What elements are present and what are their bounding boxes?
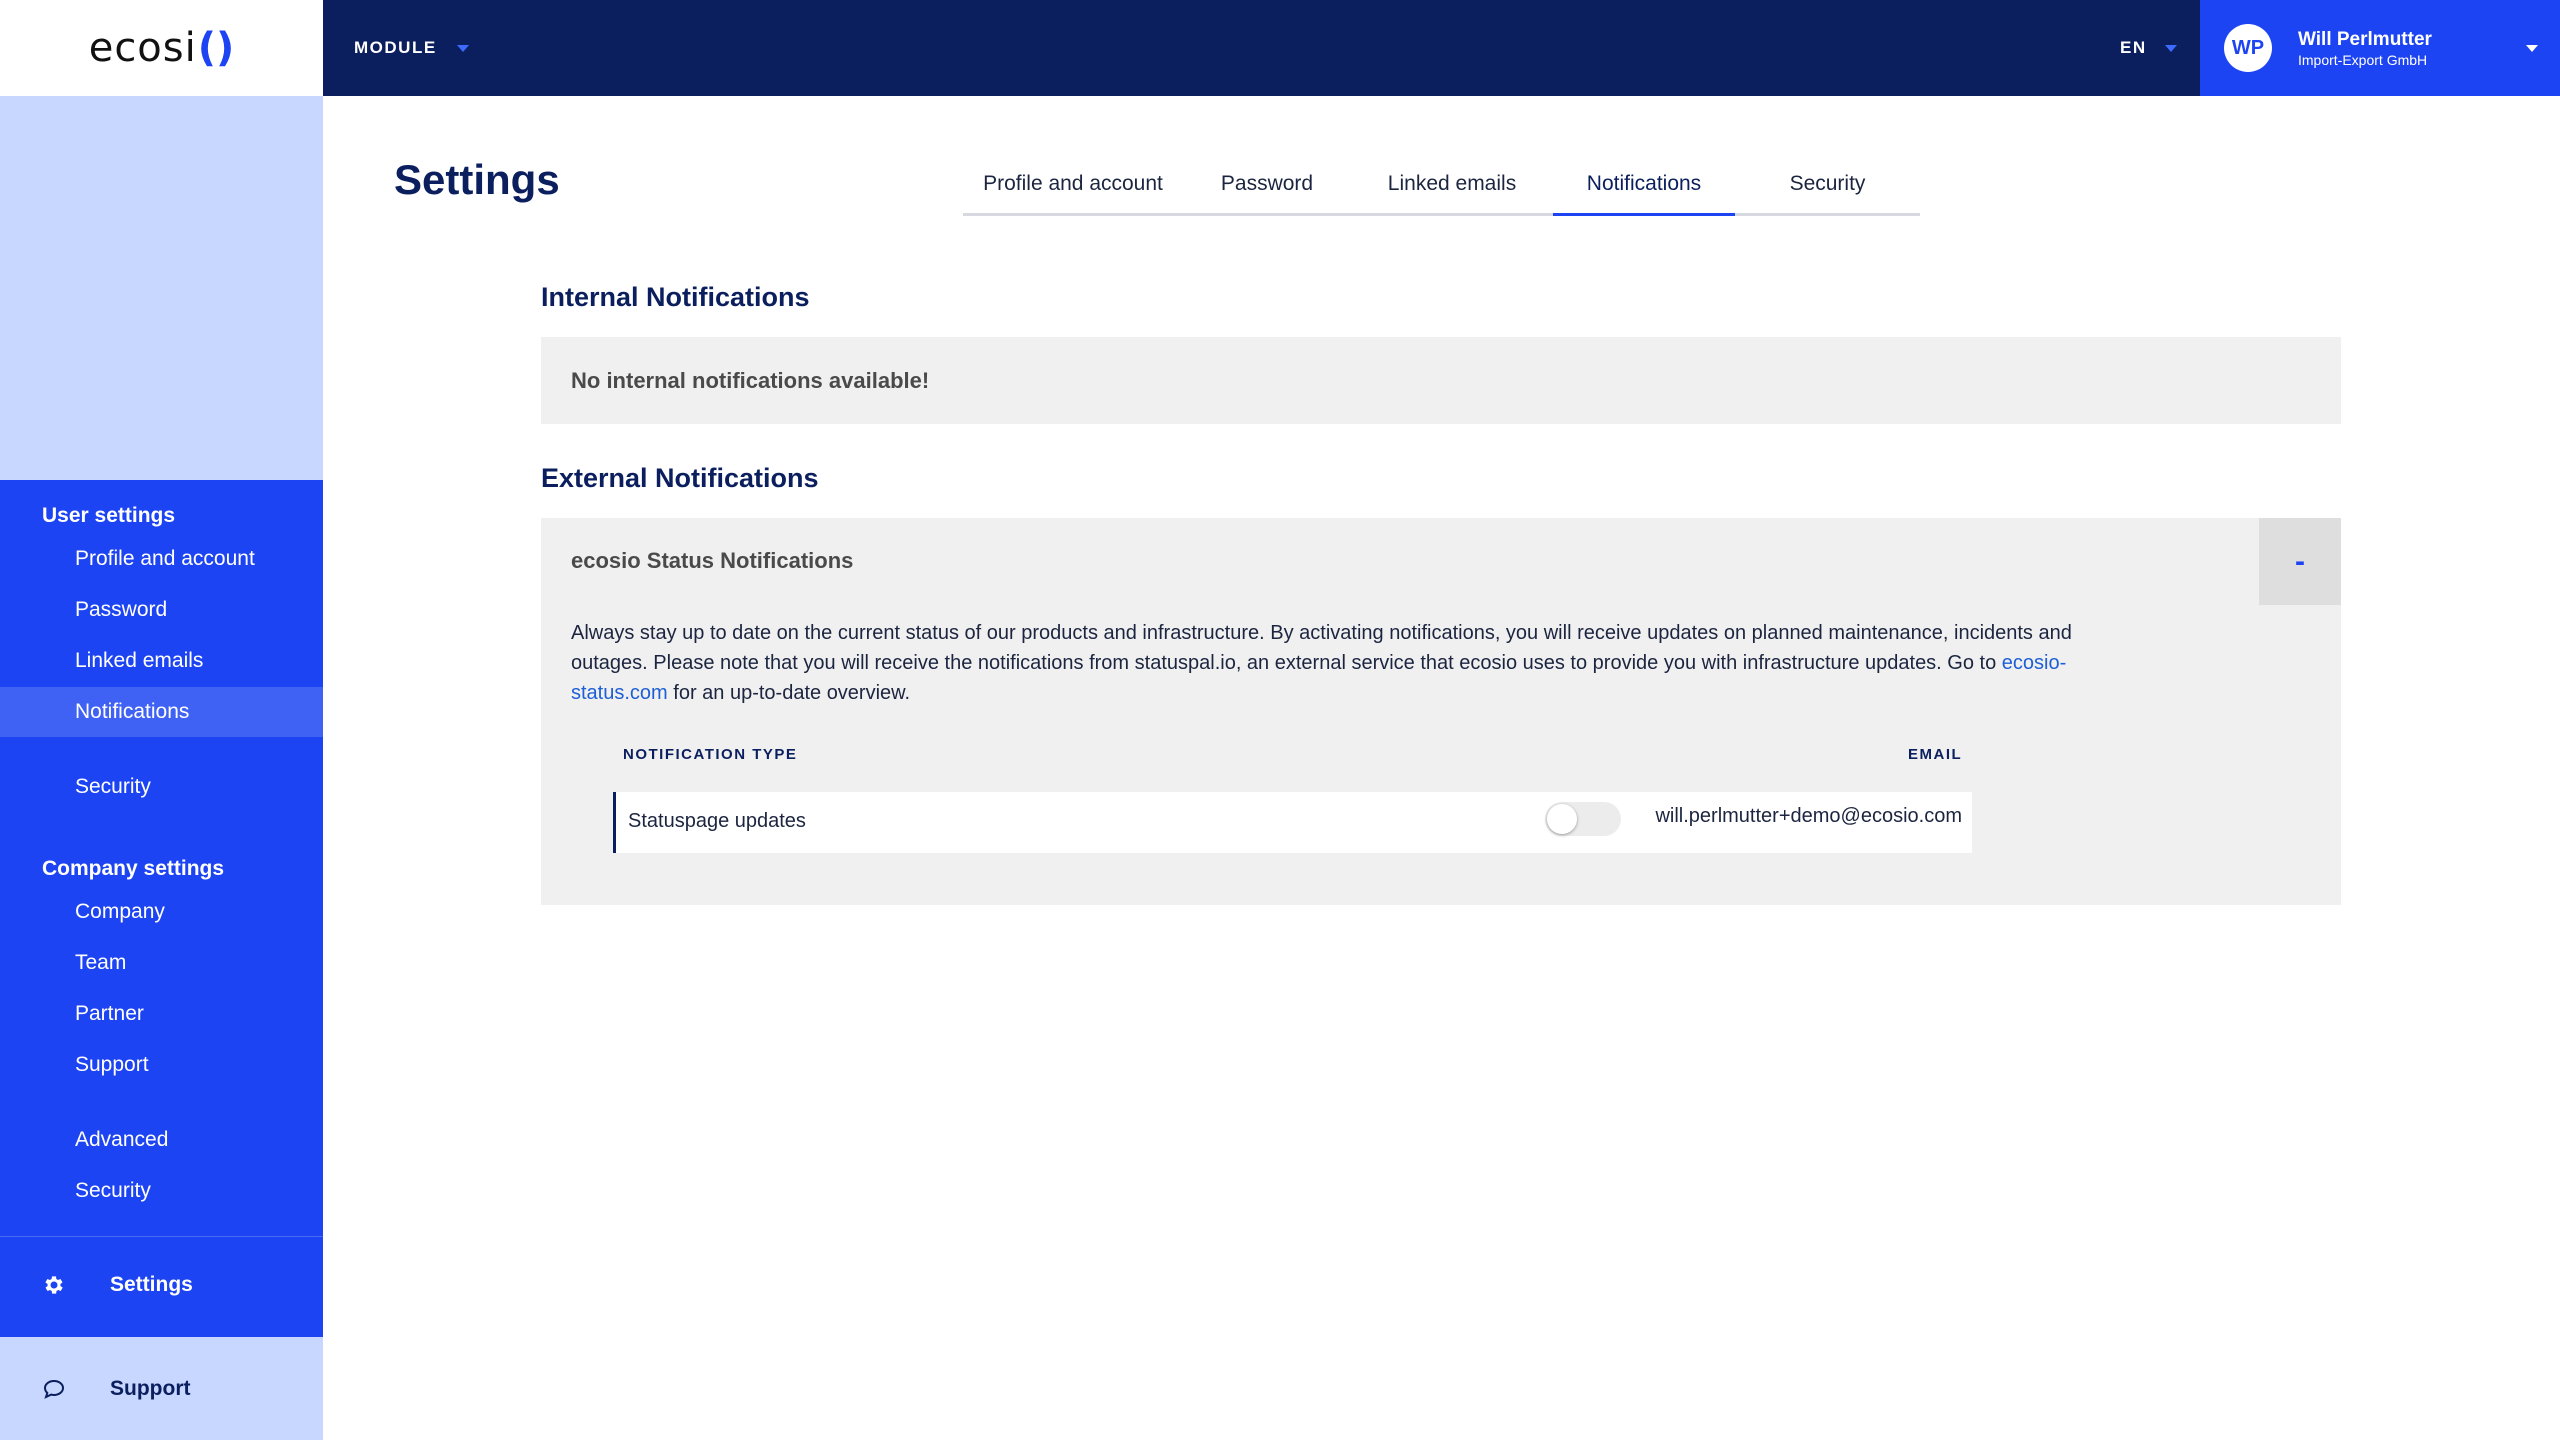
tab-linked-emails[interactable]: Linked emails xyxy=(1351,160,1553,216)
logo-mark: () xyxy=(197,25,235,71)
page-title: Settings xyxy=(394,156,560,203)
top-bar: ecosi() MODULE EN WP Will Perlmutter Imp… xyxy=(0,0,2560,96)
tab-security[interactable]: Security xyxy=(1735,160,1920,216)
logo-text: ecosi xyxy=(88,25,197,71)
module-dropdown[interactable]: MODULE xyxy=(354,0,469,96)
sidebar-support-button[interactable]: Support xyxy=(0,1337,323,1440)
status-notifications-title: ecosio Status Notifications xyxy=(571,548,854,573)
chevron-down-icon xyxy=(2526,45,2538,52)
sidebar-item-password[interactable]: Password xyxy=(0,585,323,635)
sidebar-item-notifications[interactable]: Notifications xyxy=(0,687,323,737)
gear-icon xyxy=(40,1271,68,1299)
notification-type-cell: Statuspage updates xyxy=(628,810,806,832)
column-header-notification-type: NOTIFICATION TYPE xyxy=(623,746,798,763)
user-info: Will Perlmutter Import-Export GmbH xyxy=(2298,28,2432,68)
description-text-end: for an up-to-date overview. xyxy=(667,682,911,704)
internal-notifications-title: Internal Notifications xyxy=(541,282,810,312)
chat-bubble-icon xyxy=(40,1375,68,1403)
sidebar-settings-button[interactable]: Settings xyxy=(0,1237,323,1333)
chevron-down-icon xyxy=(456,44,469,52)
sidebar-item-profile-and-account[interactable]: Profile and account xyxy=(0,534,323,584)
internal-empty-message: No internal notifications available! xyxy=(571,367,930,393)
tab-notifications[interactable]: Notifications xyxy=(1553,160,1735,216)
language-label: EN xyxy=(2120,38,2147,57)
internal-notifications-panel: No internal notifications available! xyxy=(541,337,2341,424)
external-notifications-panel: ecosio Status Notifications - Always sta… xyxy=(541,518,2341,905)
sidebar-item-company-security[interactable]: Security xyxy=(0,1166,323,1216)
user-name: Will Perlmutter xyxy=(2298,29,2432,50)
column-header-email: EMAIL xyxy=(1908,746,1963,763)
sidebar-item-security[interactable]: Security xyxy=(0,762,323,812)
sidebar-heading-company-settings: Company settings xyxy=(42,857,225,880)
status-description: Always stay up to date on the current st… xyxy=(571,618,2131,708)
sidebar: User settings Profile and account Passwo… xyxy=(0,480,323,1337)
table-row: Statuspage updates will.perlmutter+demo@… xyxy=(613,792,1972,853)
language-dropdown[interactable]: EN xyxy=(2120,0,2177,96)
module-label: MODULE xyxy=(354,38,437,57)
settings-tabs: Profile and account Password Linked emai… xyxy=(963,160,1920,216)
sidebar-settings-label: Settings xyxy=(110,1273,193,1296)
email-cell: will.perlmutter+demo@ecosio.com xyxy=(1655,805,1962,827)
user-company: Import-Export GmbH xyxy=(2298,52,2428,68)
avatar: WP xyxy=(2224,24,2272,72)
external-notifications-title: External Notifications xyxy=(541,463,819,493)
user-menu[interactable]: WP Will Perlmutter Import-Export GmbH xyxy=(2200,0,2560,96)
tab-password[interactable]: Password xyxy=(1183,160,1351,216)
sidebar-top-area xyxy=(0,96,323,480)
statuspage-updates-toggle[interactable] xyxy=(1545,802,1621,836)
description-text: Always stay up to date on the current st… xyxy=(571,622,2072,674)
sidebar-item-support[interactable]: Support xyxy=(0,1040,323,1090)
sidebar-item-advanced[interactable]: Advanced xyxy=(0,1115,323,1165)
tab-profile-and-account[interactable]: Profile and account xyxy=(963,160,1183,216)
toggle-knob xyxy=(1547,804,1577,834)
chevron-down-icon xyxy=(2164,44,2177,52)
sidebar-item-team[interactable]: Team xyxy=(0,938,323,988)
logo[interactable]: ecosi() xyxy=(0,0,323,96)
sidebar-support-label: Support xyxy=(110,1376,191,1400)
collapse-label: - xyxy=(2295,544,2305,578)
collapse-button[interactable]: - xyxy=(2259,518,2341,605)
sidebar-heading-user-settings: User settings xyxy=(42,504,176,527)
sidebar-item-company[interactable]: Company xyxy=(0,887,323,937)
sidebar-item-linked-emails[interactable]: Linked emails xyxy=(0,636,323,686)
sidebar-item-partner[interactable]: Partner xyxy=(0,989,323,1039)
